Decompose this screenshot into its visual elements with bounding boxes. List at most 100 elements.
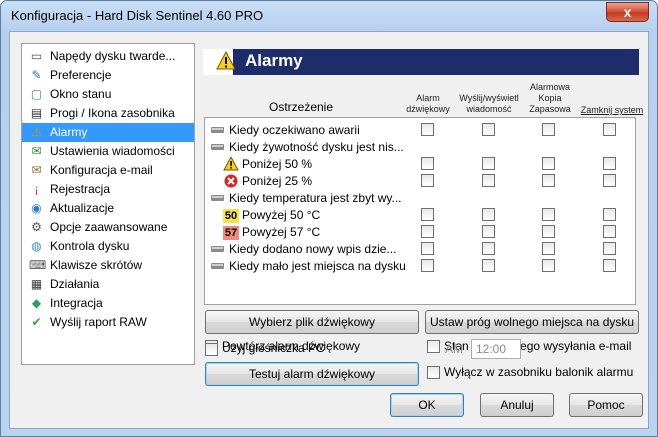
column-sound-alarm: Alarm dźwiękowy xyxy=(399,93,457,115)
message-icon: ✉ xyxy=(31,144,42,158)
alarm-row-label: Powyżej 50 °C xyxy=(242,208,321,222)
sidebar-item-6[interactable]: ✉ Konfiguracja e-mail xyxy=(22,161,194,180)
set-threshold-button[interactable]: Ustaw próg wolnego miejsca na dysku xyxy=(425,310,639,334)
backup-checkbox[interactable] xyxy=(542,208,555,221)
panel-title: Alarmy xyxy=(245,51,303,70)
test-alarm-button[interactable]: Testuj alarm dźwiękowy xyxy=(205,362,419,386)
window-title: Konfiguracja - Hard Disk Sentinel 4.60 P… xyxy=(11,8,264,23)
send-message-checkbox[interactable] xyxy=(482,259,495,272)
shutdown-checkbox[interactable] xyxy=(603,225,616,238)
sidebar-item-14[interactable]: ✔ Wyślij raport RAW xyxy=(22,313,194,332)
status-email-checkbox[interactable] xyxy=(427,340,440,353)
sound-alarm-checkbox[interactable] xyxy=(421,259,434,272)
shutdown-checkbox[interactable] xyxy=(603,208,616,221)
sidebar-item-0[interactable]: ▭ Napędy dysku twarde... xyxy=(22,47,194,66)
backup-checkbox[interactable] xyxy=(542,259,555,272)
alarm-row-label: Poniżej 50 % xyxy=(242,157,313,171)
sidebar-item-3[interactable]: ▤ Progi / Ikona zasobnika xyxy=(22,104,194,123)
hdd-icon xyxy=(210,140,226,154)
sidebar-item-9[interactable]: ⚙ Opcje zaawansowane xyxy=(22,218,194,237)
backup-checkbox[interactable] xyxy=(542,174,555,187)
sidebar-item-label: Aktualizacje xyxy=(50,201,115,215)
alarm-row: 57 Powyżej 57 °C xyxy=(205,224,635,241)
sidebar-item-label: Wyślij raport RAW xyxy=(50,315,147,329)
backup-checkbox[interactable] xyxy=(542,225,555,238)
sidebar-item-2[interactable]: ▢ Okno stanu xyxy=(22,85,194,104)
sound-alarm-checkbox[interactable] xyxy=(421,225,434,238)
sidebar-item-label: Progi / Ikona zasobnika xyxy=(50,106,175,120)
sidebar-item-label: Alarmy xyxy=(50,125,88,139)
backup-checkbox[interactable] xyxy=(542,242,555,255)
integration-icon: ◆ xyxy=(31,296,42,310)
title-bar[interactable]: Konfiguracja - Hard Disk Sentinel 4.60 P… xyxy=(1,1,657,31)
shutdown-checkbox[interactable] xyxy=(603,174,616,187)
column-shutdown-label: Zamknij system xyxy=(580,105,644,115)
send-message-checkbox[interactable] xyxy=(482,174,495,187)
alarm-row-label: Kiedy temperatura jest zbyt wy... xyxy=(229,191,402,205)
hdd-icon xyxy=(210,123,226,137)
ok-button[interactable]: OK xyxy=(390,393,464,417)
send-message-checkbox[interactable] xyxy=(482,208,495,221)
hdd-icon xyxy=(210,242,226,256)
alarm-row-label: Kiedy żywotność dysku jest nis... xyxy=(229,140,404,154)
ampm-label: AM xyxy=(445,342,463,356)
column-shutdown[interactable]: Zamknij system xyxy=(579,105,645,116)
send-message-checkbox[interactable] xyxy=(482,242,495,255)
client-area: ▭ Napędy dysku twarde... ✎ Preferencje ▢ Okno… xyxy=(9,31,649,429)
alarm-row: Kiedy dodano nowy wpis dzie... xyxy=(205,241,635,258)
column-backup: Alarmowa Kopia Zapasowa xyxy=(521,82,579,115)
backup-checkbox[interactable] xyxy=(542,157,555,170)
help-button[interactable]: Pomoc xyxy=(569,393,643,417)
column-send-message: Wyślij/wyświetl wiadomość xyxy=(455,93,523,115)
alarm-row-label: Poniżej 25 % xyxy=(242,174,313,188)
sidebar-item-12[interactable]: ▦ Działania xyxy=(22,275,194,294)
sound-alarm-checkbox[interactable] xyxy=(421,242,434,255)
sidebar-item-7[interactable]: ¡ Rejestracja xyxy=(22,180,194,199)
close-button[interactable]: x xyxy=(606,2,649,22)
shutdown-checkbox[interactable] xyxy=(603,123,616,136)
sidebar-item-label: Preferencje xyxy=(50,68,112,82)
alarm-row: Kiedy mało jest miejsca na dysku xyxy=(205,258,635,275)
warnings-column-label: Ostrzeżenie xyxy=(269,100,334,114)
temp-57-icon: 57 xyxy=(223,225,239,240)
speaker-checkbox[interactable] xyxy=(205,343,218,356)
alarm-grid: Kiedy oczekiwano awarii Kiedy żywotność d… xyxy=(204,117,636,305)
window-icon: ▢ xyxy=(30,87,43,101)
send-message-checkbox[interactable] xyxy=(482,123,495,136)
sound-alarm-checkbox[interactable] xyxy=(421,123,434,136)
alert-icon: ⚠ xyxy=(31,125,42,139)
sidebar-item-10[interactable]: ◍ Kontrola dysku xyxy=(22,237,194,256)
sidebar-item-5[interactable]: ✉ Ustawienia wiadomości xyxy=(22,142,194,161)
alarms-panel: Alarmy Ostrzeżenie Alarm dźwiękowy Wyśli… xyxy=(199,43,643,386)
config-window: Konfiguracja - Hard Disk Sentinel 4.60 P… xyxy=(0,0,658,437)
sidebar-item-4[interactable]: ⚠ Alarmy xyxy=(22,123,194,142)
column-sound-alarm-label: Alarm dźwiękowy xyxy=(406,93,450,114)
registration-icon: ¡ xyxy=(34,182,39,196)
sound-alarm-checkbox[interactable] xyxy=(421,174,434,187)
sidebar-item-8[interactable]: ◉ Aktualizacje xyxy=(22,199,194,218)
error-icon xyxy=(223,174,239,188)
alarm-row: 50 Powyżej 50 °C xyxy=(205,207,635,224)
warning-icon xyxy=(223,155,239,171)
email-time-input[interactable]: 12:00 xyxy=(471,339,521,359)
sidebar-item-1[interactable]: ✎ Preferencje xyxy=(22,66,194,85)
shutdown-checkbox[interactable] xyxy=(603,242,616,255)
sound-alarm-checkbox[interactable] xyxy=(421,208,434,221)
cancel-button[interactable]: Anuluj xyxy=(480,393,554,417)
sidebar-item-11[interactable]: ⌨ Klawisze skrótów xyxy=(22,256,194,275)
alarm-row: Poniżej 50 % xyxy=(205,155,635,173)
send-message-checkbox[interactable] xyxy=(482,225,495,238)
shutdown-checkbox[interactable] xyxy=(603,157,616,170)
send-message-checkbox[interactable] xyxy=(482,157,495,170)
sidebar-item-13[interactable]: ◆ Integracja xyxy=(22,294,194,313)
temperature-badge: 50 xyxy=(223,209,239,223)
disable-balloon-checkbox[interactable] xyxy=(427,366,440,379)
sidebar-item-label: Ustawienia wiadomości xyxy=(50,144,175,158)
sound-alarm-checkbox[interactable] xyxy=(421,157,434,170)
choose-sound-button[interactable]: Wybierz plik dźwiękowy xyxy=(205,310,419,334)
panel-header: Alarmy xyxy=(203,49,639,75)
alarm-row-label: Kiedy oczekiwano awarii xyxy=(229,123,360,137)
backup-checkbox[interactable] xyxy=(542,123,555,136)
shutdown-checkbox[interactable] xyxy=(603,259,616,272)
alarm-row: Poniżej 25 % xyxy=(205,173,635,190)
